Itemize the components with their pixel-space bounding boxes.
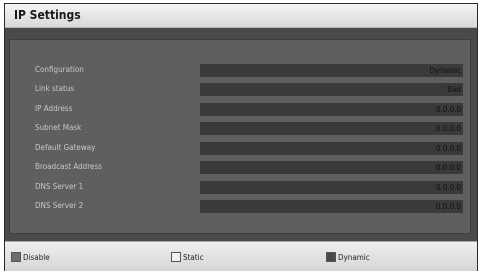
dns-server-2-label: DNS Server 2	[35, 201, 84, 210]
dns-server-1-value[interactable]: 0.0.0.0	[200, 181, 463, 194]
static-color-key-icon	[171, 252, 181, 262]
ip-settings-window: IP Settings Configuration Dynamic Link s…	[4, 3, 478, 271]
default-gateway-label: Default Gateway	[35, 143, 96, 152]
option-bar: Disable Static Dynamic	[5, 241, 477, 271]
ip-address-label: IP Address	[35, 104, 73, 113]
disable-option[interactable]: Disable	[11, 252, 50, 262]
broadcast-address-value[interactable]: 0.0.0.0	[200, 161, 463, 174]
dns-server-1-label: DNS Server 1	[35, 182, 84, 191]
title-bar: IP Settings	[5, 4, 477, 28]
configuration-label: Configuration	[35, 65, 84, 74]
static-option-label: Static	[183, 252, 204, 262]
subnet-mask-label: Subnet Mask	[35, 123, 82, 132]
static-option[interactable]: Static	[171, 252, 204, 262]
subnet-mask-value[interactable]: 0.0.0.0	[200, 122, 463, 135]
window-title: IP Settings	[14, 8, 81, 22]
dynamic-option[interactable]: Dynamic	[326, 252, 370, 262]
link-status-value: Bad	[200, 83, 463, 96]
broadcast-address-label: Broadcast Address	[35, 162, 102, 171]
dns-server-2-value[interactable]: 0.0.0.0	[200, 200, 463, 213]
disable-color-key-icon	[11, 252, 21, 262]
link-status-label: Link status	[35, 84, 75, 93]
configuration-value[interactable]: Dynamic	[200, 64, 463, 77]
settings-panel: Configuration Dynamic Link status Bad IP…	[9, 39, 471, 234]
default-gateway-value[interactable]: 0.0.0.0	[200, 142, 463, 155]
ip-address-value[interactable]: 0.0.0.0	[200, 103, 463, 116]
dynamic-color-key-icon	[326, 252, 336, 262]
disable-option-label: Disable	[23, 252, 50, 262]
dynamic-option-label: Dynamic	[338, 252, 370, 262]
